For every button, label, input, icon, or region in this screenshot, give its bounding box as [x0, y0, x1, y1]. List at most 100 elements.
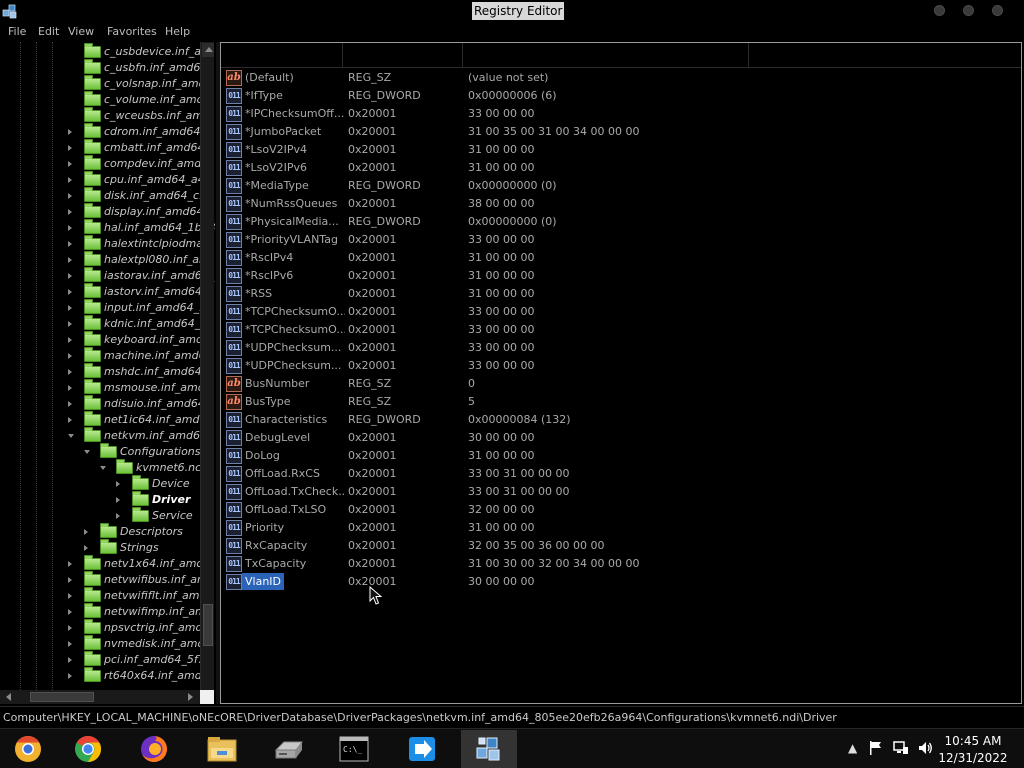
expand-arrow-icon[interactable] — [68, 193, 72, 199]
tree-node[interactable]: kvmnet6.nc — [0, 459, 201, 476]
tree-node[interactable]: halextpl080.inf_am — [0, 251, 210, 268]
expand-arrow-icon[interactable] — [68, 673, 72, 679]
expand-arrow-icon[interactable] — [68, 593, 72, 599]
tree-node[interactable]: Strings — [0, 539, 200, 556]
tree-node[interactable]: c_usbdevice.inf_am — [0, 43, 212, 60]
expand-arrow-icon[interactable] — [68, 561, 72, 567]
flag-icon[interactable] — [868, 740, 884, 756]
tree-node[interactable]: netvwififlt.inf_amd — [0, 587, 206, 604]
tree-horizontal-scrollbar[interactable] — [0, 690, 200, 704]
tree-node[interactable]: hal.inf_amd64_1b83 — [0, 219, 216, 236]
column-data[interactable] — [463, 43, 749, 68]
expand-arrow-icon[interactable] — [68, 241, 72, 247]
expand-arrow-icon[interactable] — [68, 209, 72, 215]
expand-arrow-icon[interactable] — [68, 337, 72, 343]
tree-node[interactable]: cdrom.inf_amd64_7 — [0, 123, 213, 140]
tree-node[interactable]: Descriptors — [0, 523, 200, 540]
value-row[interactable]: 011 *LsoV2IPv4 0x20001 31 00 00 00 — [221, 141, 1021, 159]
value-row[interactable]: 011 *PhysicalMedia... REG_DWORD 0x00000000 … — [221, 213, 1021, 231]
expand-arrow-icon[interactable] — [68, 289, 72, 295]
tree-node[interactable]: display.inf_amd64_ — [0, 203, 209, 220]
value-row[interactable]: ab (Default) REG_SZ (value not set) — [221, 69, 1021, 87]
tree-node[interactable]: ndisuio.inf_amd64_ — [0, 395, 210, 412]
expand-arrow-icon[interactable] — [68, 225, 72, 231]
value-row[interactable]: 011 OffLoad.RxCS 0x20001 33 00 31 00 00 00 — [221, 465, 1021, 483]
tree-node[interactable]: iastorav.inf_amd64_ — [0, 267, 214, 284]
collapse-arrow-icon[interactable] — [84, 450, 90, 454]
value-row[interactable]: 011 *LsoV2IPv6 0x20001 31 00 00 00 — [221, 159, 1021, 177]
expand-arrow-icon[interactable] — [68, 417, 72, 423]
tree-node[interactable]: machine.inf_amd64 — [0, 347, 213, 364]
network-icon[interactable] — [893, 740, 909, 756]
value-row[interactable]: ab BusType REG_SZ 5 — [221, 393, 1021, 411]
value-row[interactable]: 011 *RSS 0x20001 31 00 00 00 — [221, 285, 1021, 303]
taskbar-chrome[interactable] — [60, 730, 116, 768]
tree-node[interactable]: nvmedisk.inf_amd( — [0, 635, 209, 652]
expand-arrow-icon[interactable] — [68, 385, 72, 391]
expand-arrow-icon[interactable] — [68, 577, 72, 583]
value-row[interactable]: 011 OffLoad.TxLSO 0x20001 32 00 00 00 — [221, 501, 1021, 519]
tree-node[interactable]: Device — [0, 475, 200, 492]
tree-node[interactable]: netvwifibus.inf_am — [0, 571, 208, 588]
tree-node[interactable]: netvwifimp.inf_amd — [0, 603, 213, 620]
value-row[interactable]: 011 *TCPChecksumO... 0x20001 33 00 00 00 — [221, 303, 1021, 321]
tree-vertical-scrollbar[interactable] — [200, 42, 214, 690]
tree-node[interactable]: halextintclpiodma.i — [0, 235, 210, 252]
taskbar-chrome-canary[interactable] — [0, 730, 56, 768]
tree-node[interactable]: cmbatt.inf_amd64_ — [0, 139, 210, 156]
value-row[interactable]: 011 TxCapacity 0x20001 31 00 30 00 32 00 34… — [221, 555, 1021, 573]
collapse-arrow-icon[interactable] — [68, 434, 74, 438]
value-row[interactable]: 011 DoLog 0x20001 31 00 00 00 — [221, 447, 1021, 465]
taskbar-command-prompt[interactable]: C:\_ — [326, 730, 382, 768]
value-row[interactable]: 011 *RscIPv4 0x20001 31 00 00 00 — [221, 249, 1021, 267]
tree-node[interactable]: input.inf_amd64_96 — [0, 299, 213, 316]
tree-node[interactable]: pci.inf_amd64_5f74 — [0, 651, 212, 668]
tree-node[interactable]: kdnic.inf_amd64_6e — [0, 315, 214, 332]
clock-time[interactable]: 10:45 AM — [938, 734, 1008, 748]
chevron-up-icon[interactable]: ▲ — [848, 741, 857, 755]
value-row[interactable]: 011 RxCapacity 0x20001 32 00 35 00 36 00 00… — [221, 537, 1021, 555]
maximize-button[interactable] — [963, 5, 974, 16]
tree-node[interactable]: Service — [0, 507, 200, 524]
expand-arrow-icon[interactable] — [84, 545, 88, 551]
value-row[interactable]: 011 VlanID 0x20001 30 00 00 00 — [221, 573, 1021, 591]
value-row[interactable]: 011 *JumboPacket 0x20001 31 00 35 00 31 00 … — [221, 123, 1021, 141]
value-row[interactable]: 011 *MediaType REG_DWORD 0x00000000 (0) — [221, 177, 1021, 195]
tree-node[interactable]: Configurations — [0, 443, 201, 460]
value-row[interactable]: 011 *IfType REG_DWORD 0x00000006 (6) — [221, 87, 1021, 105]
expand-arrow-icon[interactable] — [68, 321, 72, 327]
expand-arrow-icon[interactable] — [68, 641, 72, 647]
tree-node[interactable]: c_wceusbs.inf_amd — [0, 107, 210, 124]
tree-node[interactable]: mshdc.inf_amd64_( — [0, 363, 212, 380]
expand-arrow-icon[interactable] — [116, 513, 120, 519]
expand-arrow-icon[interactable] — [68, 369, 72, 375]
value-row[interactable]: 011 Characteristics REG_DWORD 0x00000084 (1… — [221, 411, 1021, 429]
scroll-thumb[interactable] — [30, 692, 94, 702]
expand-arrow-icon[interactable] — [68, 129, 72, 135]
tree-node[interactable]: netkvm.inf_amd64_ — [0, 427, 212, 444]
menu-view[interactable]: View — [68, 25, 94, 38]
expand-arrow-icon[interactable] — [68, 609, 72, 615]
scroll-up-button[interactable] — [202, 43, 214, 57]
expand-arrow-icon[interactable] — [68, 145, 72, 151]
clock-date[interactable]: 12/31/2022 — [938, 751, 1008, 765]
expand-arrow-icon[interactable] — [68, 657, 72, 663]
tree-node[interactable]: msmouse.inf_amd( — [0, 379, 209, 396]
value-row[interactable]: 011 *IPChecksumOff... 0x20001 33 00 00 00 — [221, 105, 1021, 123]
tree-node[interactable]: netv1x64.inf_amd6 — [0, 555, 210, 572]
value-row[interactable]: 011 *UDPChecksum... 0x20001 33 00 00 00 — [221, 339, 1021, 357]
expand-arrow-icon[interactable] — [84, 529, 88, 535]
expand-arrow-icon[interactable] — [68, 401, 72, 407]
tree-node[interactable]: disk.inf_amd64_c14 — [0, 187, 213, 204]
menu-edit[interactable]: Edit — [38, 25, 59, 38]
expand-arrow-icon[interactable] — [68, 353, 72, 359]
arrow-left-icon[interactable] — [6, 693, 11, 701]
expand-arrow-icon[interactable] — [68, 273, 72, 279]
registry-tree[interactable]: c_usbdevice.inf_am c_usbfn.inf_amd64_ c_vo… — [0, 42, 216, 704]
value-row[interactable]: 011 *PriorityVLANTag 0x20001 33 00 00 00 — [221, 231, 1021, 249]
expand-arrow-icon[interactable] — [68, 177, 72, 183]
taskbar-firefox[interactable] — [126, 730, 182, 768]
tree-node[interactable]: keyboard.inf_amd6 — [0, 331, 210, 348]
value-row[interactable]: 011 *RscIPv6 0x20001 31 00 00 00 — [221, 267, 1021, 285]
menu-file[interactable]: File — [8, 25, 26, 38]
